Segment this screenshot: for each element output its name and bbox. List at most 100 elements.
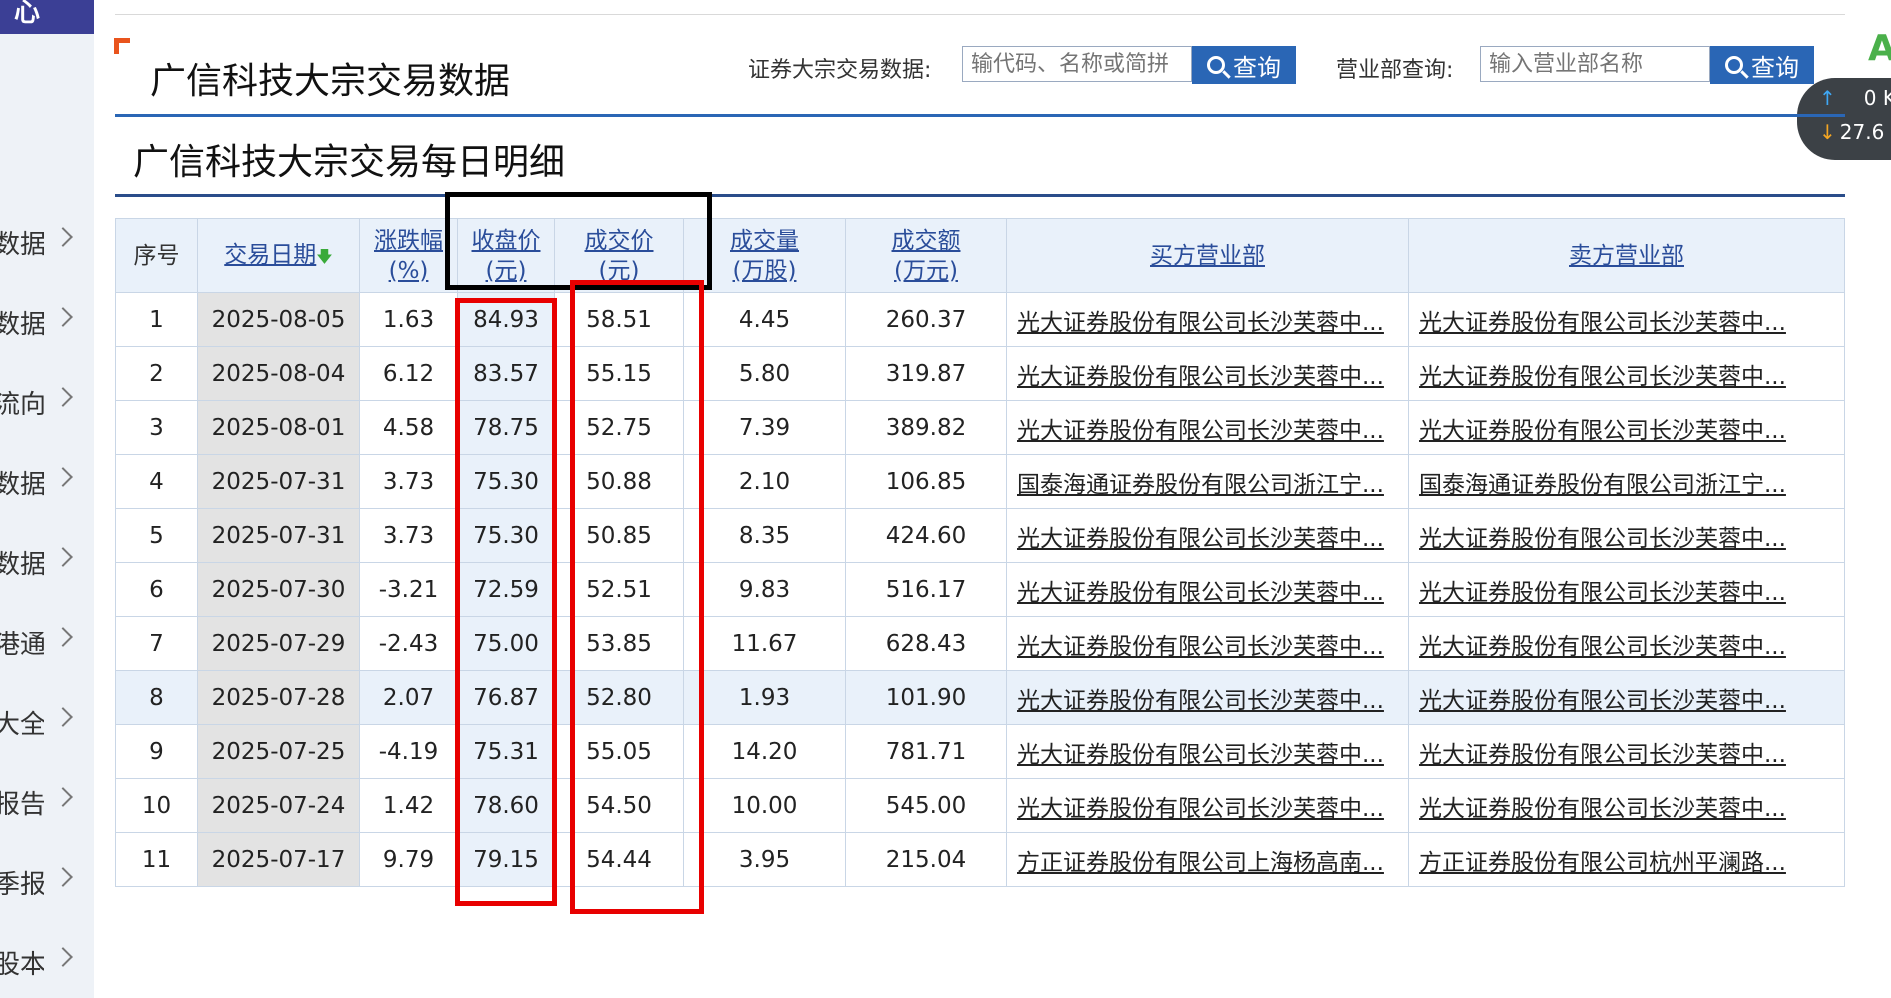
sidebar-item-label: 数据: [0, 469, 44, 500]
sidebar-item-label: 季报: [0, 869, 44, 900]
chevron-right-icon: [53, 547, 73, 567]
cell-buyer-link[interactable]: 光大证券股份有限公司长沙芙蓉中...: [1006, 508, 1409, 563]
cell-buyer-link[interactable]: 国泰海通证券股份有限公司浙江宁...: [1006, 454, 1409, 509]
cell-seller-link[interactable]: 光大证券股份有限公司长沙芙蓉中...: [1408, 616, 1845, 671]
cell-seller-link[interactable]: 国泰海通证券股份有限公司浙江宁...: [1408, 454, 1845, 509]
table-row: 5 2025-07-31 3.73 75.30 50.85 8.35 424.60 光大证券股…: [115, 508, 1845, 563]
chevron-right-icon: [53, 787, 73, 807]
cell-no: 10: [115, 778, 198, 833]
sidebar-item-9[interactable]: 季报: [0, 862, 94, 902]
sidebar-item-3[interactable]: 流向: [0, 382, 94, 422]
sidebar-item-5[interactable]: 数据: [0, 542, 94, 582]
sidebar-item-4[interactable]: 数据: [0, 462, 94, 502]
stock-search-input[interactable]: [962, 46, 1192, 82]
sidebar-item-label: 流向: [0, 389, 44, 420]
chevron-right-icon: [53, 307, 73, 327]
cell-change: 1.42: [359, 778, 458, 833]
cell-date: 2025-07-31: [197, 454, 360, 509]
cell-change: -3.21: [359, 562, 458, 617]
cell-buyer-link[interactable]: 光大证券股份有限公司长沙芙蓉中...: [1006, 724, 1409, 779]
cell-volume: 7.39: [683, 400, 846, 455]
cell-buyer-link[interactable]: 光大证券股份有限公司长沙芙蓉中...: [1006, 346, 1409, 401]
cell-buyer-link[interactable]: 光大证券股份有限公司长沙芙蓉中...: [1006, 778, 1409, 833]
cell-volume: 2.10: [683, 454, 846, 509]
left-sidebar: 心 数据 数据 流向 数据 数据 港通 大全 报告 季报 股本: [0, 0, 94, 998]
cell-change: 3.73: [359, 508, 458, 563]
col-header-seller[interactable]: 卖方营业部: [1408, 218, 1845, 293]
cell-buyer-link[interactable]: 方正证券股份有限公司上海杨高南...: [1006, 832, 1409, 887]
cell-seller-link[interactable]: 光大证券股份有限公司长沙芙蓉中...: [1408, 778, 1845, 833]
cell-amount: 424.60: [845, 508, 1007, 563]
cell-no: 6: [115, 562, 198, 617]
table-row: 6 2025-07-30 -3.21 72.59 52.51 9.83 516.17 光大证券…: [115, 562, 1845, 617]
cell-change: 2.07: [359, 670, 458, 725]
cell-seller-link[interactable]: 光大证券股份有限公司长沙芙蓉中...: [1408, 346, 1845, 401]
col-header-date[interactable]: 交易日期🡇: [197, 218, 360, 293]
cell-seller-link[interactable]: 光大证券股份有限公司长沙芙蓉中...: [1408, 670, 1845, 725]
sidebar-logo: 心: [0, 0, 94, 34]
cell-amount: 628.43: [845, 616, 1007, 671]
annotation-box-trade-price: [570, 280, 704, 914]
sidebar-item-1[interactable]: 数据: [0, 222, 94, 262]
cell-buyer-link[interactable]: 光大证券股份有限公司长沙芙蓉中...: [1006, 400, 1409, 455]
branch-search-label: 营业部查询:: [1336, 58, 1454, 83]
cell-volume: 8.35: [683, 508, 846, 563]
cell-seller-link[interactable]: 光大证券股份有限公司长沙芙蓉中...: [1408, 508, 1845, 563]
cell-no: 1: [115, 292, 198, 347]
branch-search-input[interactable]: [1480, 46, 1710, 82]
network-speed-widget[interactable]: ↑ 0 K ↓27.6 K: [1797, 78, 1891, 160]
sidebar-item-label: 报告: [0, 789, 44, 820]
arrow-down-icon: ↓: [1819, 120, 1836, 144]
cell-date: 2025-07-25: [197, 724, 360, 779]
cell-change: 9.79: [359, 832, 458, 887]
annotation-box-black: [445, 192, 712, 290]
cell-no: 5: [115, 508, 198, 563]
cell-change: -2.43: [359, 616, 458, 671]
sidebar-item-label: 数据: [0, 229, 44, 260]
cell-seller-link[interactable]: 方正证券股份有限公司杭州平澜路...: [1408, 832, 1845, 887]
cell-change: 6.12: [359, 346, 458, 401]
table-row: 7 2025-07-29 -2.43 75.00 53.85 11.67 628.43 光大证…: [115, 616, 1845, 671]
cell-volume: 11.67: [683, 616, 846, 671]
page-title: 广信科技大宗交易数据: [150, 61, 511, 102]
sidebar-item-2[interactable]: 数据: [0, 302, 94, 342]
cell-no: 11: [115, 832, 198, 887]
cell-buyer-link[interactable]: 光大证券股份有限公司长沙芙蓉中...: [1006, 562, 1409, 617]
header-divider: [115, 114, 1845, 117]
sidebar-item-10[interactable]: 股本: [0, 942, 94, 982]
cell-seller-link[interactable]: 光大证券股份有限公司长沙芙蓉中...: [1408, 562, 1845, 617]
upload-speed: 0 K: [1863, 86, 1891, 110]
cell-date: 2025-08-04: [197, 346, 360, 401]
table-row: 2 2025-08-04 6.12 83.57 55.15 5.80 319.87 光大证券股…: [115, 346, 1845, 401]
cell-buyer-link[interactable]: 光大证券股份有限公司长沙芙蓉中...: [1006, 670, 1409, 725]
stock-search-button[interactable]: 查询: [1192, 46, 1296, 84]
cell-volume: 4.45: [683, 292, 846, 347]
cell-change: -4.19: [359, 724, 458, 779]
branch-search-button[interactable]: 查询: [1710, 46, 1814, 84]
col-header-change[interactable]: 涨跌幅 (%): [359, 218, 458, 293]
corner-letter: A: [1868, 28, 1891, 69]
cell-seller-link[interactable]: 光大证券股份有限公司长沙芙蓉中...: [1408, 400, 1845, 455]
chevron-right-icon: [53, 867, 73, 887]
cell-seller-link[interactable]: 光大证券股份有限公司长沙芙蓉中...: [1408, 292, 1845, 347]
top-divider: [115, 14, 1845, 15]
cell-seller-link[interactable]: 光大证券股份有限公司长沙芙蓉中...: [1408, 724, 1845, 779]
cell-buyer-link[interactable]: 光大证券股份有限公司长沙芙蓉中...: [1006, 616, 1409, 671]
cell-amount: 781.71: [845, 724, 1007, 779]
col-header-amount[interactable]: 成交额 (万元): [845, 218, 1007, 293]
cell-buyer-link[interactable]: 光大证券股份有限公司长沙芙蓉中...: [1006, 292, 1409, 347]
cell-amount: 319.87: [845, 346, 1007, 401]
sidebar-item-7[interactable]: 大全: [0, 702, 94, 742]
col-header-buyer[interactable]: 买方营业部: [1006, 218, 1409, 293]
sidebar-item-6[interactable]: 港通: [0, 622, 94, 662]
sidebar-item-label: 数据: [0, 549, 44, 580]
cell-no: 9: [115, 724, 198, 779]
sidebar-item-8[interactable]: 报告: [0, 782, 94, 822]
download-speed: 27.6 K: [1839, 120, 1891, 144]
cell-amount: 516.17: [845, 562, 1007, 617]
table-header-row: 序号 交易日期🡇 涨跌幅 (%) 收盘价 (元) 成交价 (元) 成交量 (万股) 成交…: [115, 218, 1845, 293]
cell-date: 2025-07-29: [197, 616, 360, 671]
cell-volume: 10.00: [683, 778, 846, 833]
cell-amount: 389.82: [845, 400, 1007, 455]
cell-change: 1.63: [359, 292, 458, 347]
